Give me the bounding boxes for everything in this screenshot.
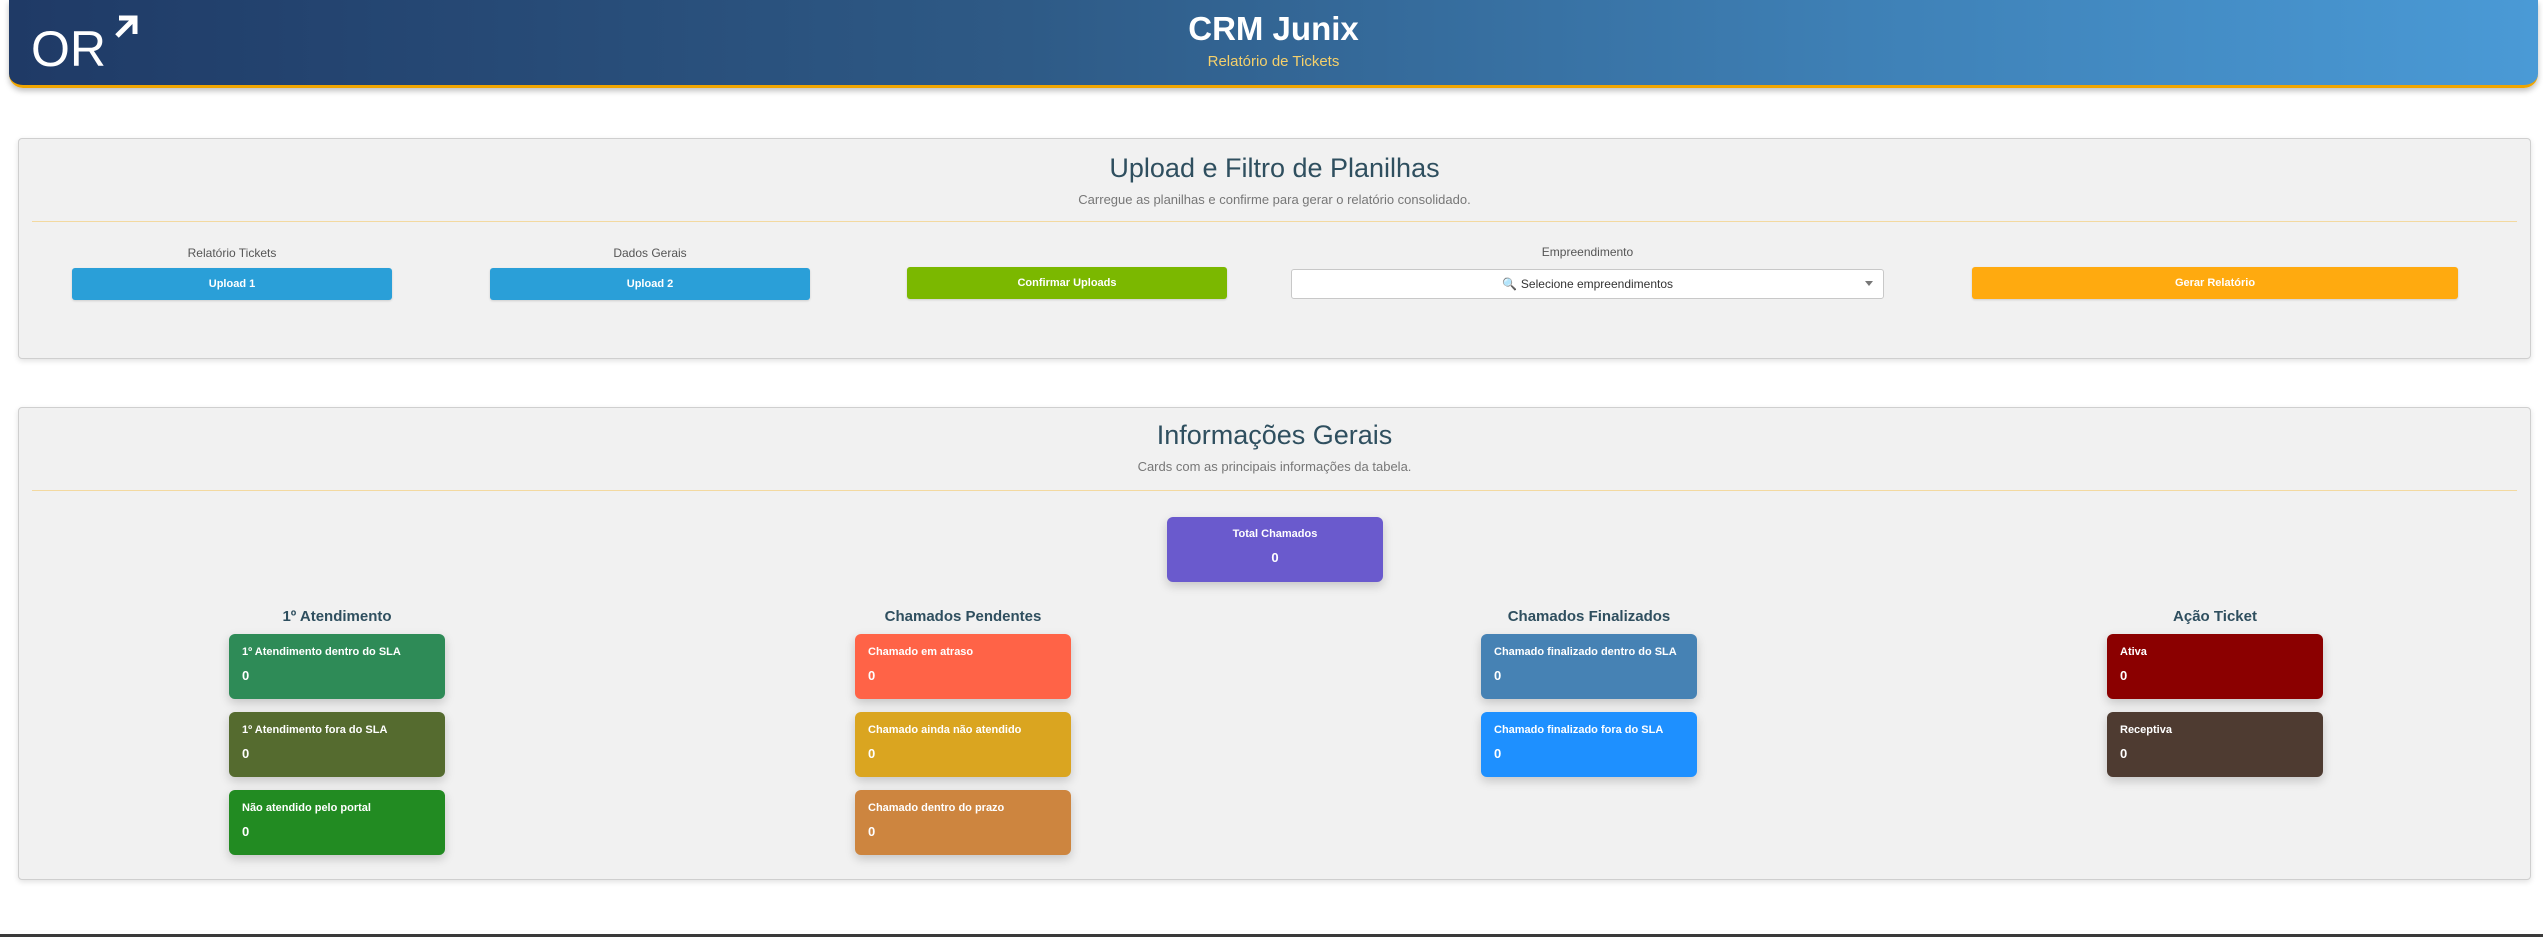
card-receptiva: Receptiva 0: [2107, 712, 2323, 777]
info-panel-title: Informações Gerais: [1156, 420, 1393, 450]
card-finalizado-dentro-sla: Chamado finalizado dentro do SLA 0: [1481, 634, 1697, 699]
empreendimento-select[interactable]: 🔍 Selecione empreendimentos: [1291, 269, 1884, 299]
card-nao-atendido-portal: Não atendido pelo portal 0: [229, 790, 445, 855]
group-title-chamados-pendentes: Chamados Pendentes: [884, 608, 1042, 625]
card-value: 0: [868, 668, 876, 683]
app-subtitle: Relatório de Tickets: [1207, 53, 1340, 70]
card-label: Chamado em atraso: [868, 646, 974, 658]
card-label: Receptiva: [2120, 724, 2172, 736]
divider: [32, 221, 2517, 222]
card-value: 0: [1494, 746, 1502, 761]
confirm-uploads-button[interactable]: Confirmar Uploads: [907, 267, 1227, 299]
card-value: 0: [2120, 668, 2128, 683]
chevron-down-icon: [1865, 281, 1873, 286]
empreendimento-label: Empreendimento: [1541, 245, 1634, 259]
card-value: 0: [242, 668, 250, 683]
card-value: 0: [2120, 746, 2128, 761]
app-header: OR CRM Junix Relatório de Tickets: [9, 0, 2538, 88]
card-value: 0: [242, 746, 250, 761]
card-ativa: Ativa 0: [2107, 634, 2323, 699]
group-title-chamados-finalizados: Chamados Finalizados: [1507, 608, 1671, 625]
card-label: 1º Atendimento fora do SLA: [242, 724, 388, 736]
relatorio-tickets-label: Relatório Tickets: [187, 246, 277, 260]
card-label: Chamado finalizado fora do SLA: [1494, 724, 1664, 736]
upload-2-button[interactable]: Upload 2: [490, 268, 810, 300]
info-panel-subtitle: Cards com as principais informações da t…: [1137, 459, 1412, 474]
card-label: 1º Atendimento dentro do SLA: [242, 646, 401, 658]
card-value: 0: [1494, 668, 1502, 683]
upload-panel-subtitle: Carregue as planilhas e confirme para ge…: [1078, 192, 1471, 207]
card-atendimento-dentro-sla: 1º Atendimento dentro do SLA 0: [229, 634, 445, 699]
card-value: 0: [868, 824, 876, 839]
card-chamado-em-atraso: Chamado em atraso 0: [855, 634, 1071, 699]
divider: [32, 490, 2517, 491]
card-label: Total Chamados: [1232, 528, 1318, 540]
upload-1-button[interactable]: Upload 1: [72, 268, 392, 300]
generate-report-button[interactable]: Gerar Relatório: [1972, 267, 2458, 299]
card-label: Ativa: [2120, 646, 2147, 658]
card-value: 0: [242, 824, 250, 839]
upload-filter-panel: Upload e Filtro de Planilhas Carregue as…: [18, 138, 2531, 359]
card-label: Chamado finalizado dentro do SLA: [1494, 646, 1677, 658]
card-finalizado-fora-sla: Chamado finalizado fora do SLA 0: [1481, 712, 1697, 777]
card-atendimento-fora-sla: 1º Atendimento fora do SLA 0: [229, 712, 445, 777]
select-placeholder: Selecione empreendimentos: [1520, 277, 1674, 291]
card-chamado-nao-atendido: Chamado ainda não atendido 0: [855, 712, 1071, 777]
app-title: CRM Junix: [1188, 10, 1359, 47]
group-title-acao-ticket: Ação Ticket: [2173, 608, 2257, 625]
upload-panel-title: Upload e Filtro de Planilhas: [1109, 153, 1440, 183]
total-chamados-card: Total Chamados 0: [1167, 517, 1383, 582]
search-icon: 🔍: [1501, 277, 1517, 291]
card-value: 0: [1271, 550, 1279, 565]
card-value: 0: [868, 746, 876, 761]
card-label: Chamado dentro do prazo: [868, 802, 1005, 814]
dados-gerais-label: Dados Gerais: [613, 246, 687, 260]
general-info-panel: Informações Gerais Cards com as principa…: [18, 407, 2531, 880]
card-label: Não atendido pelo portal: [242, 802, 371, 814]
card-label: Chamado ainda não atendido: [868, 724, 1022, 736]
group-title-primeiro-atendimento: 1º Atendimento: [282, 608, 392, 625]
card-chamado-dentro-prazo: Chamado dentro do prazo 0: [855, 790, 1071, 855]
